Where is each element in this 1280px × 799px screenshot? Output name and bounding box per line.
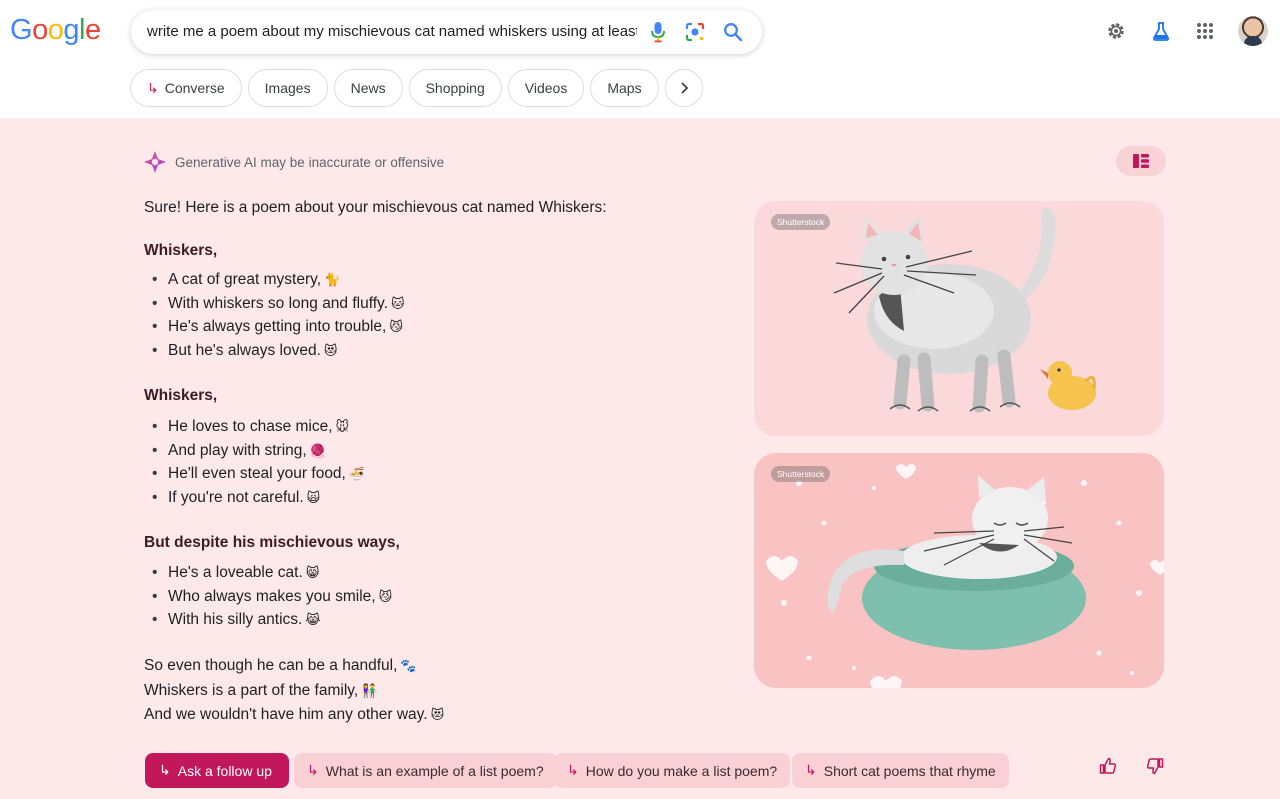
- reply-arrow-icon: ↳: [567, 762, 579, 779]
- poem-line: He'll even steal your food,🍜: [152, 462, 365, 486]
- image-source-badge: Shutterstock: [771, 214, 831, 230]
- poem-line: Who always makes you smile,😼: [152, 585, 392, 609]
- logo-letter: o: [32, 14, 48, 46]
- logo-letter: e: [84, 14, 101, 46]
- tab-videos[interactable]: Videos: [507, 69, 585, 107]
- apps-grid-icon[interactable]: [1194, 20, 1216, 42]
- tabs-next-button[interactable]: [664, 69, 703, 107]
- suggestion-chip[interactable]: ↳ How do you make a list poem?: [554, 753, 791, 788]
- poem-line: Whiskers is a part of the family, 👫: [144, 681, 378, 699]
- converse-arrow-icon: ↳: [147, 79, 159, 96]
- header: Google write me a poem about my mischiev…: [0, 0, 1280, 118]
- tab-news[interactable]: News: [333, 69, 403, 107]
- reply-arrow-icon: ↳: [805, 762, 817, 779]
- stanza-lines: He loves to chase mice,🐭 And play with s…: [152, 415, 365, 510]
- layout-icon: [1133, 154, 1149, 168]
- tab-converse[interactable]: ↳ Converse: [130, 69, 242, 107]
- stanza-lines: He's a loveable cat.😸 Who always makes y…: [152, 561, 392, 632]
- disclaimer-text: Generative AI may be inaccurate or offen…: [175, 154, 445, 170]
- ask-followup-button[interactable]: ↳ Ask a follow up: [145, 753, 289, 788]
- poem-line: But he's always loved.😻: [152, 339, 405, 363]
- tab-shopping[interactable]: Shopping: [408, 69, 502, 107]
- suggestion-label: What is an example of a list poem?: [325, 762, 544, 779]
- tab-label: Shopping: [425, 80, 485, 96]
- search-input[interactable]: write me a poem about my mischievous cat…: [147, 23, 637, 40]
- suggestion-chip[interactable]: ↳ What is an example of a list poem?: [294, 753, 557, 788]
- poem-line: So even though he can be a handful, 🐾: [144, 657, 417, 674]
- poem-line: A cat of great mystery,🐈: [152, 268, 405, 292]
- poem-line: He loves to chase mice,🐭: [152, 415, 365, 439]
- tab-label: Converse: [164, 80, 225, 96]
- ai-disclaimer: Generative AI may be inaccurate or offen…: [143, 150, 444, 174]
- tab-label: News: [350, 80, 386, 96]
- logo-letter: g: [63, 14, 79, 46]
- logo-letter: o: [47, 14, 64, 46]
- tab-maps[interactable]: Maps: [590, 69, 659, 107]
- image-source-badge: Shutterstock: [771, 466, 831, 482]
- tab-label: Images: [264, 80, 311, 96]
- stanza-title: But despite his mischievous ways,: [144, 534, 400, 551]
- cat-bed-illustration: [766, 464, 1164, 688]
- poem-line: He's a loveable cat.😸: [152, 561, 392, 585]
- stanza-lines: A cat of great mystery,🐈 With whiskers s…: [152, 268, 405, 363]
- thumbs-down-icon[interactable]: [1144, 755, 1166, 777]
- gemini-sparkle-icon: [144, 151, 166, 173]
- logo-letter: G: [10, 14, 33, 46]
- poem-line: With his silly antics.😹: [152, 608, 392, 632]
- lens-icon[interactable]: [684, 21, 706, 43]
- search-icon[interactable]: [722, 21, 744, 43]
- google-logo[interactable]: Google: [10, 14, 101, 47]
- poem-line: He's always getting into trouble,😼: [152, 315, 405, 339]
- mic-icon[interactable]: [647, 21, 669, 43]
- answer-intro: Sure! Here is a poem about your mischiev…: [144, 199, 607, 216]
- cat-duck-image[interactable]: Shutterstock: [754, 201, 1164, 436]
- gear-icon[interactable]: [1105, 20, 1127, 42]
- poem-line: With whiskers so long and fluffy.🐱: [152, 292, 405, 316]
- poem-line: And play with string,🧶: [152, 439, 365, 463]
- tab-label: Maps: [607, 80, 642, 96]
- poem-line: And we wouldn't have him any other way. 😻: [144, 706, 445, 723]
- layout-toggle-button[interactable]: [1116, 146, 1166, 176]
- suggestion-chip[interactable]: ↳ Short cat poems that rhyme: [792, 753, 1009, 788]
- poem-line: If you're not careful.🙀: [152, 486, 365, 510]
- search-tabs: ↳ Converse Images News Shopping Videos M…: [130, 69, 703, 107]
- stanza-title: Whiskers,: [144, 387, 218, 404]
- followup-label: Ask a follow up: [177, 762, 272, 779]
- reply-arrow-icon: ↳: [307, 762, 319, 779]
- cat-bed-image[interactable]: Shutterstock: [754, 453, 1164, 688]
- suggestion-label: How do you make a list poem?: [585, 762, 778, 779]
- tab-images[interactable]: Images: [247, 69, 328, 107]
- chevron-right-icon: [680, 82, 688, 94]
- reply-arrow-icon: ↳: [159, 762, 171, 779]
- labs-flask-icon[interactable]: [1150, 20, 1172, 42]
- tab-label: Videos: [524, 80, 568, 96]
- stanza-title: Whiskers,: [144, 242, 218, 259]
- search-box[interactable]: write me a poem about my mischievous cat…: [131, 10, 762, 54]
- suggestion-label: Short cat poems that rhyme: [823, 762, 996, 779]
- cat-duck-illustration: [833, 207, 1096, 413]
- avatar[interactable]: [1238, 16, 1268, 46]
- thumbs-up-icon[interactable]: [1097, 755, 1119, 777]
- poem-closing: So even though he can be a handful, 🐾 Whi…: [144, 654, 444, 728]
